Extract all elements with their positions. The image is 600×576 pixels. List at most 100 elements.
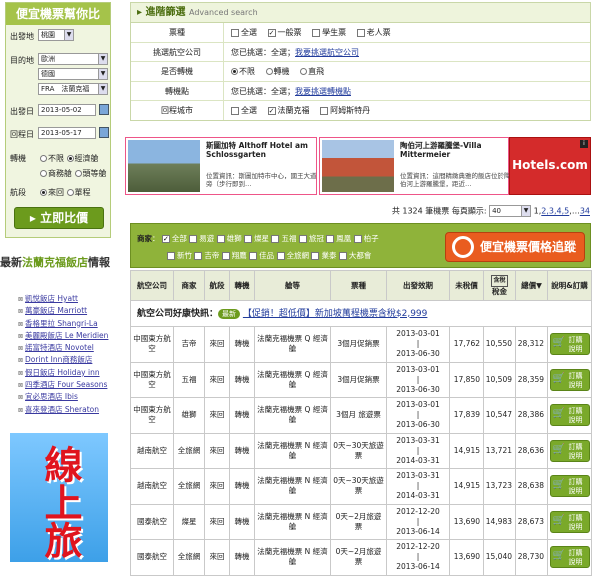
filter-checkbox[interactable] [167,252,175,260]
origin-select[interactable]: 桃園 ▼ [38,29,74,41]
dest-region-select[interactable]: 歐洲 ▼ [38,53,108,65]
advanced-search-panel: ▸ 進階篩選 Advanced search 票種 全選 ✓ 一般票 學生票 老人… [130,2,591,121]
cart-icon: 🛒 [552,443,565,455]
info-icon[interactable]: i [580,140,588,148]
travel-banner-ad[interactable]: 線上旅 [10,433,108,562]
col-net-price[interactable]: 未稅價 [449,270,484,301]
hotel-link[interactable]: 宜必思酒店 Ibis [18,391,116,403]
col-book: 說明&訂購 [547,270,592,301]
depart-date-input[interactable]: 2013-05-02 [38,104,96,116]
price-alert-button[interactable]: 便宜機票價格追蹤 [445,232,585,262]
dest-country-select[interactable]: 德國 ▼ [38,68,108,80]
choose-airline-link[interactable]: 我要挑選航空公司 [295,48,359,57]
per-page-select[interactable]: 40 ▼ [489,205,532,217]
filter-checkbox[interactable] [189,235,198,243]
transfer-any-radio[interactable] [231,68,238,75]
col-validity[interactable]: 出發效期 [386,270,450,301]
radio-roundtrip[interactable] [40,189,47,196]
hotel-link[interactable]: Dorint Inn商務飯店 [18,354,116,366]
ticket-adult-checkbox[interactable]: ✓ [267,28,276,37]
filter-checkbox[interactable] [311,252,320,260]
col-agent[interactable]: 商家 [173,270,205,301]
cell-tax: 10,547 [483,397,516,434]
hotel-link[interactable]: 凱悅飯店 Hyatt [18,293,116,305]
hotel-link[interactable]: 喜來登酒店 Sheraton [18,404,116,416]
filter-checkbox[interactable] [298,235,307,243]
depart-label: 出發日 [10,107,34,116]
page-links[interactable]: 2,3,4,5 [541,207,569,216]
dest-city-select[interactable]: FRA 法蘭克福 ▼ [38,83,108,95]
filter-checkbox[interactable] [338,252,347,260]
filter-checkbox[interactable] [326,235,335,243]
col-cabin[interactable]: 艙等 [254,270,331,301]
page-last[interactable]: 34 [580,207,590,216]
filter-checkbox[interactable] [276,252,285,260]
filter-checkbox[interactable] [194,252,203,260]
book-button[interactable]: 🛒 訂購 說明 [549,546,590,569]
compare-button[interactable]: ▸ 立即比價 [14,207,104,229]
cell-validity: 2012-12-20 | 2013-06-14 [386,539,450,576]
radio-oneway[interactable] [66,189,74,196]
cell-net-price: 17,850 [449,361,484,398]
return-ams-checkbox[interactable] [320,106,329,115]
hotel-ad-2[interactable]: 陶伯河上游羅騰堡-Villa Mittermeier 位置資訊：這間精緻典雅的飯… [319,137,511,195]
book-button[interactable]: 🛒 訂購 說明 [549,439,590,462]
radio-any[interactable] [40,155,47,162]
hotel-ad-1[interactable]: 斯圖加特 Althoff Hotel am Schlossgarten 位置資訊… [125,137,317,195]
filter-checkbox[interactable] [216,235,225,243]
filter-checkbox[interactable] [249,252,258,260]
ticket-student-checkbox[interactable] [312,28,321,37]
dest-label: 目的地 [10,56,34,65]
calendar-icon[interactable] [99,127,109,138]
cell-agent: 五福 [173,361,205,398]
filter-checkbox[interactable] [244,235,253,243]
return-date-input[interactable]: 2013-05-17 [38,127,96,139]
filter-checkbox[interactable] [353,235,362,243]
cell-tax: 10,509 [483,361,516,398]
hotel-link[interactable]: 諾富特酒店 Novotel [18,342,116,354]
hotel-list: 凱悅飯店 Hyatt 萬豪飯店 Marriott 香格里拉 Shangri-La… [18,293,116,416]
filter-checkbox[interactable] [221,252,230,260]
hotel-link[interactable]: 美麗殿飯店 Le Meridien [18,330,116,342]
cell-net-price: 17,762 [449,326,484,363]
col-airline[interactable]: 航空公司 [130,270,174,301]
hotel-link[interactable]: 萬豪飯店 Marriott [18,305,116,317]
cell-cabin: 法蘭克福機票 Q 經濟艙 [254,361,331,398]
agent-filter-bar: 商家： ✓ 全部 易遊 雄獅 燦星 五福 旅冠 鳳凰 柏子 新竹 吉帝 翔鷹 佳品… [130,223,591,268]
book-button[interactable]: 🛒 訂購 說明 [549,475,590,498]
book-button[interactable]: 🛒 訂購 說明 [549,368,590,391]
col-total[interactable]: 總價▼ [515,270,548,301]
cell-total: 28,359 [515,361,548,398]
ticket-senior-checkbox[interactable] [356,28,365,37]
ticket-all-checkbox[interactable] [231,28,239,37]
hotel-link[interactable]: 假日飯店 Holiday inn [18,367,116,379]
promo-link[interactable]: 【促銷！超低價】新加坡萬程機票含稅$2,999 [243,309,428,319]
col-tax[interactable]: 含稅 稅金 [483,270,516,301]
book-button[interactable]: 🛒 訂購 說明 [549,404,590,427]
radio-economy[interactable] [66,155,74,162]
radio-business[interactable] [40,170,47,177]
transfer-yes-radio[interactable] [265,68,273,75]
filter-checkbox[interactable] [271,235,280,243]
book-button[interactable]: 🛒 訂購 說明 [549,510,590,533]
cell-leg: 來回 [204,326,230,363]
cell-validity: 2013-03-31 | 2014-03-31 [386,432,450,469]
col-transfer[interactable]: 轉機 [229,270,255,301]
hotel-link[interactable]: 四季酒店 Four Seasons [18,379,116,391]
chevron-down-icon: ▼ [98,84,107,94]
filter-all-checkbox[interactable]: ✓ [161,235,170,243]
hotels-com-ad[interactable]: i Hotels.com [509,137,591,195]
calendar-icon[interactable] [99,104,109,115]
cell-agent: 全旅網 [173,468,205,505]
choose-transfer-point-link[interactable]: 我要挑選轉機點 [295,87,351,96]
col-ticket-type[interactable]: 票種 [330,270,387,301]
transfer-direct-radio[interactable] [300,68,308,75]
return-all-checkbox[interactable] [231,106,239,115]
radio-first[interactable] [74,170,82,177]
return-fra-checkbox[interactable]: ✓ [267,106,276,115]
tax-icon: 含稅 [491,274,508,287]
hotel-link[interactable]: 香格里拉 Shangri-La [18,318,116,330]
col-leg[interactable]: 航段 [204,270,230,301]
cell-airline: 中國東方航空 [130,361,174,398]
book-button[interactable]: 🛒 訂購 說明 [549,333,590,356]
